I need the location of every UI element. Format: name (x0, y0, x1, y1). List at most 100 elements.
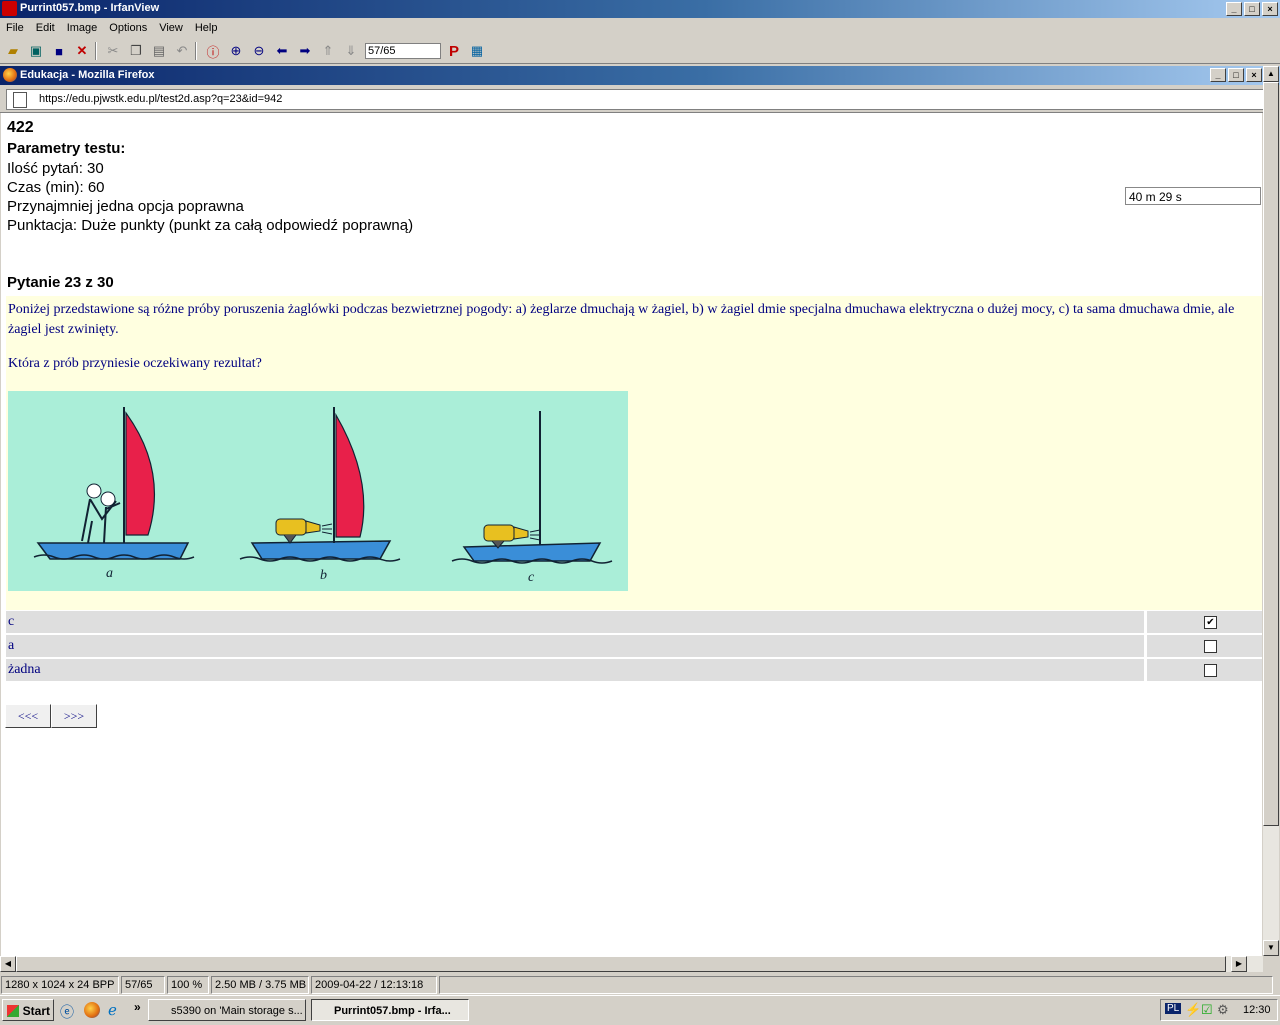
slideshow-icon[interactable]: ▣ (26, 41, 46, 61)
quicklaunch-browser-icon[interactable]: ℯ (108, 1001, 124, 1019)
sailor-head-2 (100, 491, 116, 507)
sailboat-illustration: a b c (8, 391, 628, 591)
params-heading: Parametry testu: (7, 140, 126, 157)
toolbar-separator (95, 42, 97, 60)
close-button[interactable]: × (1262, 2, 1278, 16)
boat-a (33, 407, 195, 560)
menubar: File Edit Image Options View Help (0, 18, 1280, 38)
scroll-down-arrow[interactable]: ▼ (1263, 940, 1279, 956)
answer-row: a (6, 635, 1262, 657)
boat-c (451, 411, 613, 564)
next-question-button[interactable]: >>> (51, 704, 97, 728)
blower-c (483, 524, 515, 542)
info-icon[interactable]: ⓘ (203, 41, 223, 61)
maximize-button[interactable]: □ (1244, 2, 1260, 16)
question-box: Poniżej przedstawione są różne próby por… (6, 296, 1262, 610)
status-dimensions: 1280 x 1024 x 24 BPP (1, 976, 119, 994)
undo-icon[interactable]: ↶ (172, 41, 192, 61)
answer-checkbox[interactable] (1204, 664, 1217, 677)
answer-label: żadna (6, 659, 1144, 681)
vertical-scrollbar[interactable]: ▲ ▼ (1263, 66, 1279, 956)
tray-app-icon[interactable]: ⚙ (1217, 1002, 1229, 1018)
toolbar: ▰ ▣ ■ ✕ ✂ ❐ ▤ ↶ ⓘ ⊕ ⊖ ⬅ ➡ ⇑ ⇓ 57/65 P ▦ (0, 39, 1280, 64)
previous-question-button[interactable]: <<< (5, 704, 51, 728)
first-page-icon[interactable]: ⇑ (318, 41, 338, 61)
firefox-minimize-button[interactable]: _ (1210, 68, 1226, 82)
question-ask: Która z prób przyniesie oczekiwany rezul… (8, 356, 262, 371)
print-p-icon[interactable]: P (444, 41, 464, 61)
windows-logo-icon (7, 1005, 19, 1017)
status-date: 2009-04-22 / 12:13:18 (311, 976, 437, 994)
minimize-button[interactable]: _ (1226, 2, 1242, 16)
quicklaunch-expand-icon[interactable]: » (134, 1000, 141, 1014)
window-title: Purrint057.bmp - IrfanView (20, 2, 160, 14)
language-indicator[interactable]: PL (1165, 1003, 1182, 1014)
irfanview-titlebar: Purrint057.bmp - IrfanView _ □ × (0, 0, 1280, 18)
status-zoom: 100 % (167, 976, 209, 994)
status-empty (439, 976, 1273, 994)
network-icon[interactable]: ⚡ (1185, 1002, 1201, 1018)
address-bar: https://edu.pjwstk.edu.pl/test2d.asp?q=2… (0, 86, 1270, 113)
blower-nozzle-c (513, 526, 529, 540)
page-counter-field[interactable]: 57/65 (365, 43, 441, 59)
firefox-window-title: Edukacja - Mozilla Firefox (20, 69, 155, 81)
param-time: Czas (min): 60 (7, 179, 105, 196)
boat-b (239, 407, 401, 562)
sail-b (335, 412, 365, 538)
quicklaunch-ie-icon[interactable]: ⓔ (60, 1002, 76, 1020)
test-id: 422 (7, 119, 34, 136)
firefox-icon (3, 68, 17, 82)
answer-checkbox[interactable] (1204, 640, 1217, 653)
scroll-right-arrow[interactable]: ▶ (1231, 956, 1247, 972)
firefox-maximize-button[interactable]: □ (1228, 68, 1244, 82)
blower-b (275, 518, 307, 536)
security-check-icon[interactable]: ☑ (1201, 1002, 1213, 1018)
save-icon[interactable]: ■ (49, 41, 69, 61)
start-button[interactable]: Start (2, 999, 54, 1021)
copy-icon[interactable]: ❐ (126, 41, 146, 61)
status-page: 57/65 (121, 976, 165, 994)
sailor-body-2 (103, 502, 121, 544)
cut-icon[interactable]: ✂ (103, 41, 123, 61)
menu-edit[interactable]: Edit (30, 22, 61, 34)
page-icon (13, 92, 27, 108)
clock: 12:30 (1243, 1004, 1271, 1016)
taskbar: Start ⓔ ℯ » s5390 on 'Main storage s... … (0, 995, 1280, 1025)
question-text: Poniżej przedstawione są różne próby por… (8, 302, 1235, 337)
sail-a (125, 411, 156, 536)
menu-help[interactable]: Help (189, 22, 224, 34)
last-page-icon[interactable]: ⇓ (341, 41, 361, 61)
firefox-close-button[interactable]: × (1246, 68, 1262, 82)
zoom-in-icon[interactable]: ⊕ (226, 41, 246, 61)
menu-options[interactable]: Options (103, 22, 153, 34)
url-field[interactable]: https://edu.pjwstk.edu.pl/test2d.asp?q=2… (6, 89, 1266, 110)
image-gallery-icon[interactable]: ▦ (467, 41, 487, 61)
menu-view[interactable]: View (153, 22, 189, 34)
answer-label: c (6, 611, 1144, 633)
scroll-left-arrow[interactable]: ◀ (0, 956, 16, 972)
param-scoring: Punktacja: Duże punkty (punkt za całą od… (7, 217, 414, 234)
vertical-scroll-thumb[interactable] (1263, 82, 1279, 826)
hull-c (462, 542, 602, 562)
previous-arrow-icon[interactable]: ⬅ (272, 41, 292, 61)
scroll-up-arrow[interactable]: ▲ (1263, 66, 1279, 82)
answer-checkbox[interactable]: ✔ (1204, 616, 1217, 629)
next-arrow-icon[interactable]: ➡ (295, 41, 315, 61)
taskbar-item-irfanview[interactable]: Purrint057.bmp - Irfa... (311, 999, 469, 1021)
delete-icon[interactable]: ✕ (72, 41, 92, 61)
open-folder-icon[interactable]: ▰ (3, 41, 23, 61)
paste-icon[interactable]: ▤ (149, 41, 169, 61)
horizontal-scroll-thumb[interactable] (16, 956, 1226, 972)
airflow-b (321, 523, 333, 535)
start-label: Start (22, 1004, 50, 1018)
zoom-out-icon[interactable]: ⊖ (249, 41, 269, 61)
airflow-c (529, 529, 541, 541)
firefox-titlebar: Edukacja - Mozilla Firefox _ □ × (0, 66, 1280, 85)
quicklaunch-firefox-icon[interactable] (84, 1002, 100, 1018)
menu-image[interactable]: Image (61, 22, 104, 34)
horizontal-scrollbar[interactable]: ◀ ▶ (0, 956, 1263, 972)
menu-file[interactable]: File (0, 22, 30, 34)
label-a: a (106, 566, 113, 581)
taskbar-item-storage[interactable]: s5390 on 'Main storage s... (148, 999, 306, 1021)
blower-nozzle-b (305, 520, 321, 534)
